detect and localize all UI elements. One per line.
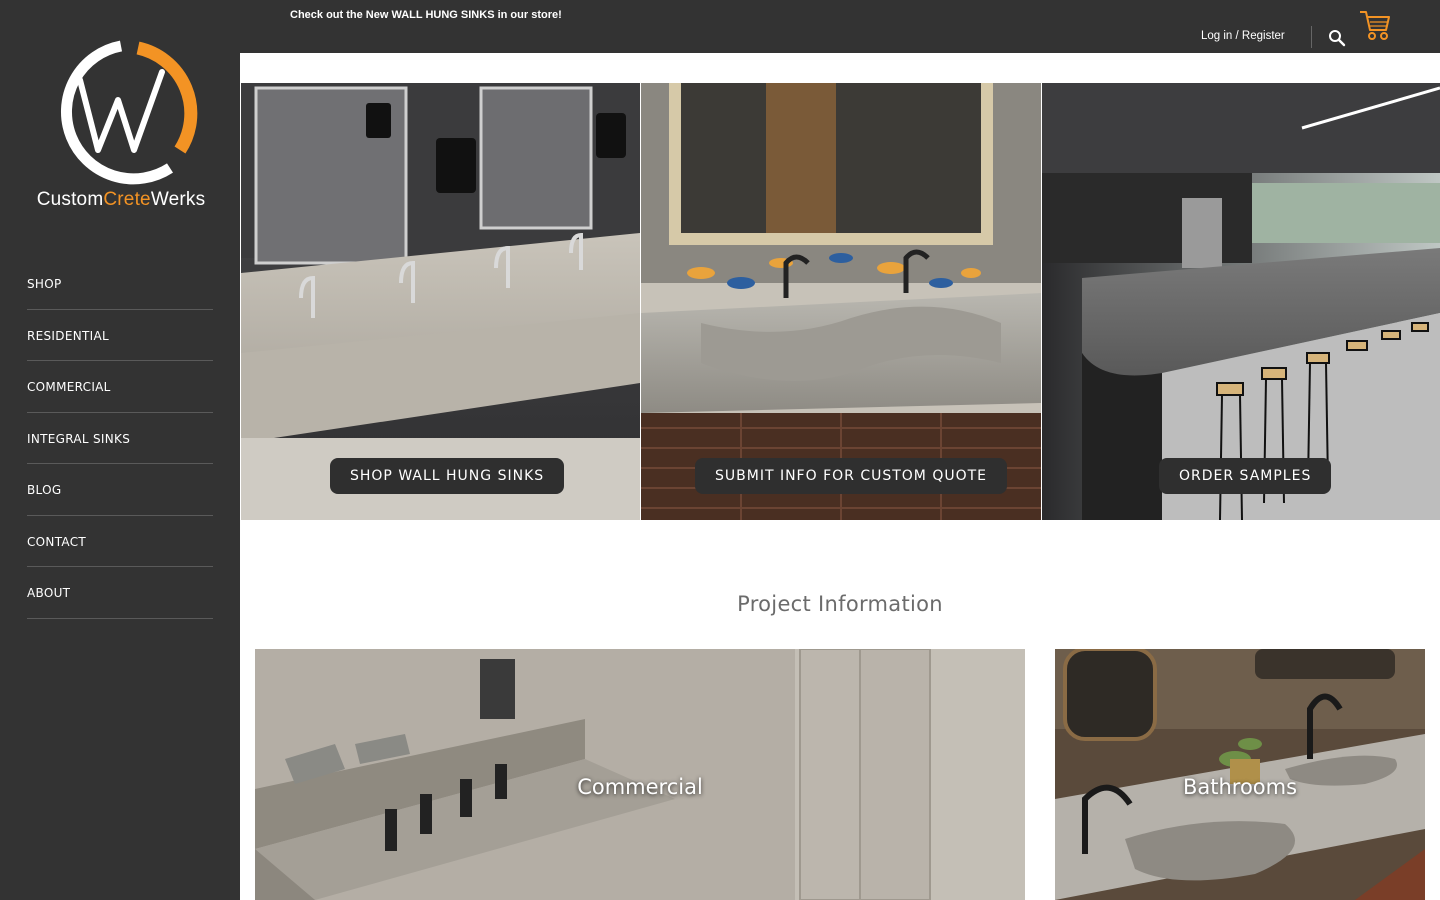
announcement-link[interactable]: Check out the New WALL HUNG SINKS in our… — [290, 9, 562, 21]
project-card-commercial[interactable]: Commercial — [255, 649, 1025, 900]
logo-mark-icon — [61, 40, 198, 185]
project-card-bathrooms[interactable]: Bathrooms — [1055, 649, 1425, 900]
login-register-link[interactable]: Log in / Register — [1201, 30, 1285, 42]
hero-tiles: SHOP WALL HUNG SINKS SUBMIT INFO FOR CUS… — [240, 83, 1440, 520]
commercial-label: Commercial — [577, 775, 703, 799]
site-logo[interactable]: CustomCreteWerks — [28, 38, 214, 213]
nav-item-about[interactable]: ABOUT — [27, 567, 213, 619]
nav-item-contact[interactable]: CONTACT — [27, 516, 213, 567]
search-icon[interactable] — [1328, 29, 1346, 47]
order-samples-button[interactable]: ORDER SAMPLES — [1159, 458, 1332, 494]
hero-tile-custom-quote[interactable]: SUBMIT INFO FOR CUSTOM QUOTE — [641, 83, 1041, 520]
submit-custom-quote-button[interactable]: SUBMIT INFO FOR CUSTOM QUOTE — [695, 458, 1008, 494]
kitchen-counter-photo — [1042, 83, 1440, 520]
nav-item-integral-sinks[interactable]: INTEGRAL SINKS — [27, 413, 213, 464]
nav-item-commercial[interactable]: COMMERCIAL — [27, 361, 213, 413]
nav-item-residential[interactable]: RESIDENTIAL — [27, 310, 213, 361]
project-information-heading: Project Information — [737, 592, 943, 616]
sidebar: CustomCreteWerks SHOP RESIDENTIAL COMMER… — [0, 0, 240, 900]
header-divider — [1311, 26, 1312, 48]
nav-item-shop[interactable]: SHOP — [27, 258, 213, 310]
logo-wordmark: CustomCreteWerks — [36, 189, 206, 210]
main-nav: SHOP RESIDENTIAL COMMERCIAL INTEGRAL SIN… — [27, 258, 213, 619]
hero-tile-wall-hung[interactable]: SHOP WALL HUNG SINKS — [241, 83, 640, 520]
bathrooms-label: Bathrooms — [1182, 775, 1298, 799]
hero-tile-samples[interactable]: ORDER SAMPLES — [1042, 83, 1440, 520]
nav-item-blog[interactable]: BLOG — [27, 464, 213, 516]
commercial-restroom-photo — [241, 83, 640, 520]
top-bar: Check out the New WALL HUNG SINKS in our… — [240, 0, 1440, 53]
cart-icon[interactable] — [1358, 8, 1392, 42]
bathroom-vanity-photo — [641, 83, 1041, 520]
shop-wall-hung-sinks-button[interactable]: SHOP WALL HUNG SINKS — [330, 458, 565, 494]
